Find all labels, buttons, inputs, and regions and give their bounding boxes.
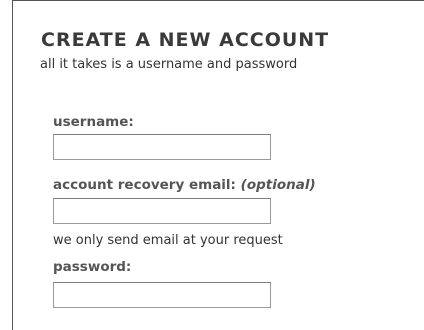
recovery-email-input[interactable]	[53, 198, 271, 224]
recovery-email-note: we only send email at your request	[53, 233, 283, 248]
recovery-email-label: account recovery email: (optional)	[53, 177, 316, 193]
password-input[interactable]	[53, 282, 271, 308]
username-input[interactable]	[53, 134, 271, 160]
form-subtitle: all it takes is a username and password	[40, 57, 298, 72]
username-label: username:	[53, 114, 134, 130]
recovery-email-label-text: account recovery email:	[53, 177, 236, 193]
form-title: CREATE A NEW ACCOUNT	[41, 29, 330, 51]
optional-tag: (optional)	[240, 177, 316, 193]
password-label: password:	[53, 259, 132, 275]
